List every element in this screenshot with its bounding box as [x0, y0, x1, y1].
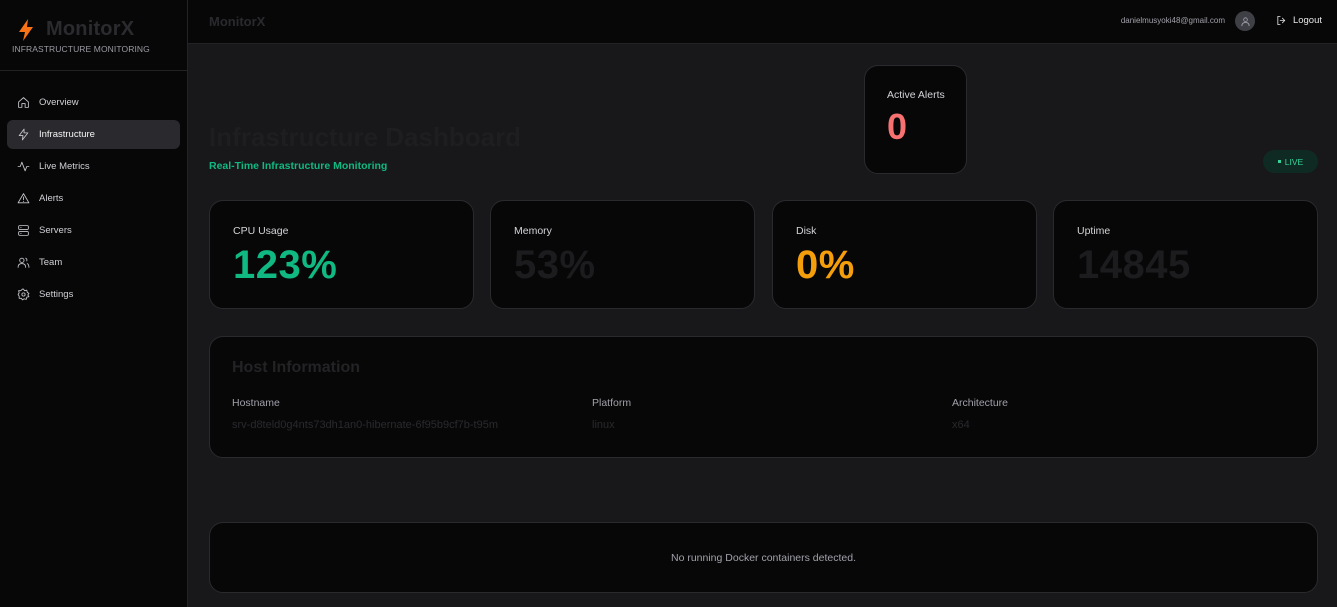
sidebar-item-alerts[interactable]: Alerts [7, 184, 180, 213]
docker-containers-card: No running Docker containers detected. [209, 522, 1318, 593]
architecture-label: Architecture [952, 397, 1009, 409]
server-icon [18, 225, 29, 236]
bolt-logo-icon [19, 18, 33, 41]
stat-label: CPU Usage [233, 225, 289, 237]
live-dot-icon [1277, 160, 1281, 163]
stat-value: 0% [796, 243, 855, 287]
stat-value: 14845 [1077, 243, 1191, 287]
warning-icon [17, 193, 30, 204]
sidebar-item-label: Alerts [39, 193, 64, 204]
live-label: LIVE [1284, 156, 1304, 167]
logout-label: Logout [1292, 15, 1322, 26]
topbar-title: MonitorX [209, 14, 266, 29]
logout-icon [1277, 15, 1286, 26]
avatar[interactable] [1235, 11, 1255, 31]
sidebar-item-label: Team [39, 257, 63, 268]
sidebar-item-infrastructure[interactable]: Infrastructure [7, 120, 180, 149]
page-title: Infrastructure Dashboard [209, 122, 522, 152]
live-badge: LIVE [1263, 150, 1318, 173]
hostname-value: srv-d8teld0g4nts73dh1an0-hibernate-6f95b… [232, 419, 499, 431]
brand-subtitle: INFRASTRUCTURE MONITORING [12, 44, 150, 54]
gear-icon [17, 288, 30, 301]
sidebar-item-servers[interactable]: Servers [7, 216, 180, 245]
disk-card: Disk 0% [772, 200, 1037, 309]
home-icon [18, 97, 29, 108]
sidebar-item-overview[interactable]: Overview [7, 88, 180, 117]
user-icon [1240, 16, 1250, 26]
platform-field: Platform linux [592, 397, 631, 431]
active-alerts-card: Active Alerts 0 [864, 65, 967, 174]
stat-label: Memory [514, 225, 552, 237]
host-information-title: Host Information [232, 359, 360, 376]
activity-icon [17, 161, 30, 172]
platform-value: linux [592, 419, 615, 431]
sidebar-item-team[interactable]: Team [7, 248, 180, 277]
sidebar-item-label: Settings [39, 289, 74, 300]
active-alerts-value: 0 [887, 106, 908, 147]
sidebar-item-label: Live Metrics [39, 161, 90, 172]
stat-label: Disk [796, 225, 817, 237]
sidebar-item-settings[interactable]: Settings [7, 280, 180, 309]
uptime-card: Uptime 14845 [1053, 200, 1318, 309]
bolt-icon [18, 128, 29, 141]
stat-value: 123% [233, 243, 338, 287]
sidebar-nav: Overview Infrastructure Live Metrics Ale… [0, 71, 187, 309]
page-subtitle: Real-Time Infrastructure Monitoring [209, 160, 388, 172]
sidebar-item-label: Overview [39, 97, 79, 108]
users-icon [17, 257, 30, 268]
sidebar-item-live-metrics[interactable]: Live Metrics [7, 152, 180, 181]
active-alerts-label: Active Alerts [887, 89, 945, 101]
brand-name: MonitorX [46, 18, 135, 40]
user-email: danielmusyoki48@gmail.com [1120, 16, 1225, 25]
hostname-label: Hostname [232, 397, 280, 409]
brand: MonitorX INFRASTRUCTURE MONITORING [0, 0, 187, 71]
memory-card: Memory 53% [490, 200, 755, 309]
platform-label: Platform [592, 397, 632, 409]
sidebar-item-label: Servers [39, 225, 72, 236]
architecture-field: Architecture x64 [952, 397, 1008, 431]
sidebar-item-label: Infrastructure [39, 129, 95, 140]
host-information-card: Host Information Hostname srv-d8teld0g4n… [209, 336, 1318, 458]
cpu-usage-card: CPU Usage 123% [209, 200, 474, 309]
docker-empty-message: No running Docker containers detected. [670, 551, 857, 564]
topbar: MonitorX danielmusyoki48@gmail.com Logou… [188, 0, 1337, 44]
architecture-value: x64 [952, 419, 970, 431]
hostname-field: Hostname srv-d8teld0g4nts73dh1an0-hibern… [232, 397, 498, 431]
stat-value: 53% [514, 243, 596, 287]
logout-button[interactable]: Logout [1276, 15, 1322, 26]
sidebar: MonitorX INFRASTRUCTURE MONITORING Overv… [0, 0, 188, 607]
stat-label: Uptime [1077, 225, 1111, 237]
